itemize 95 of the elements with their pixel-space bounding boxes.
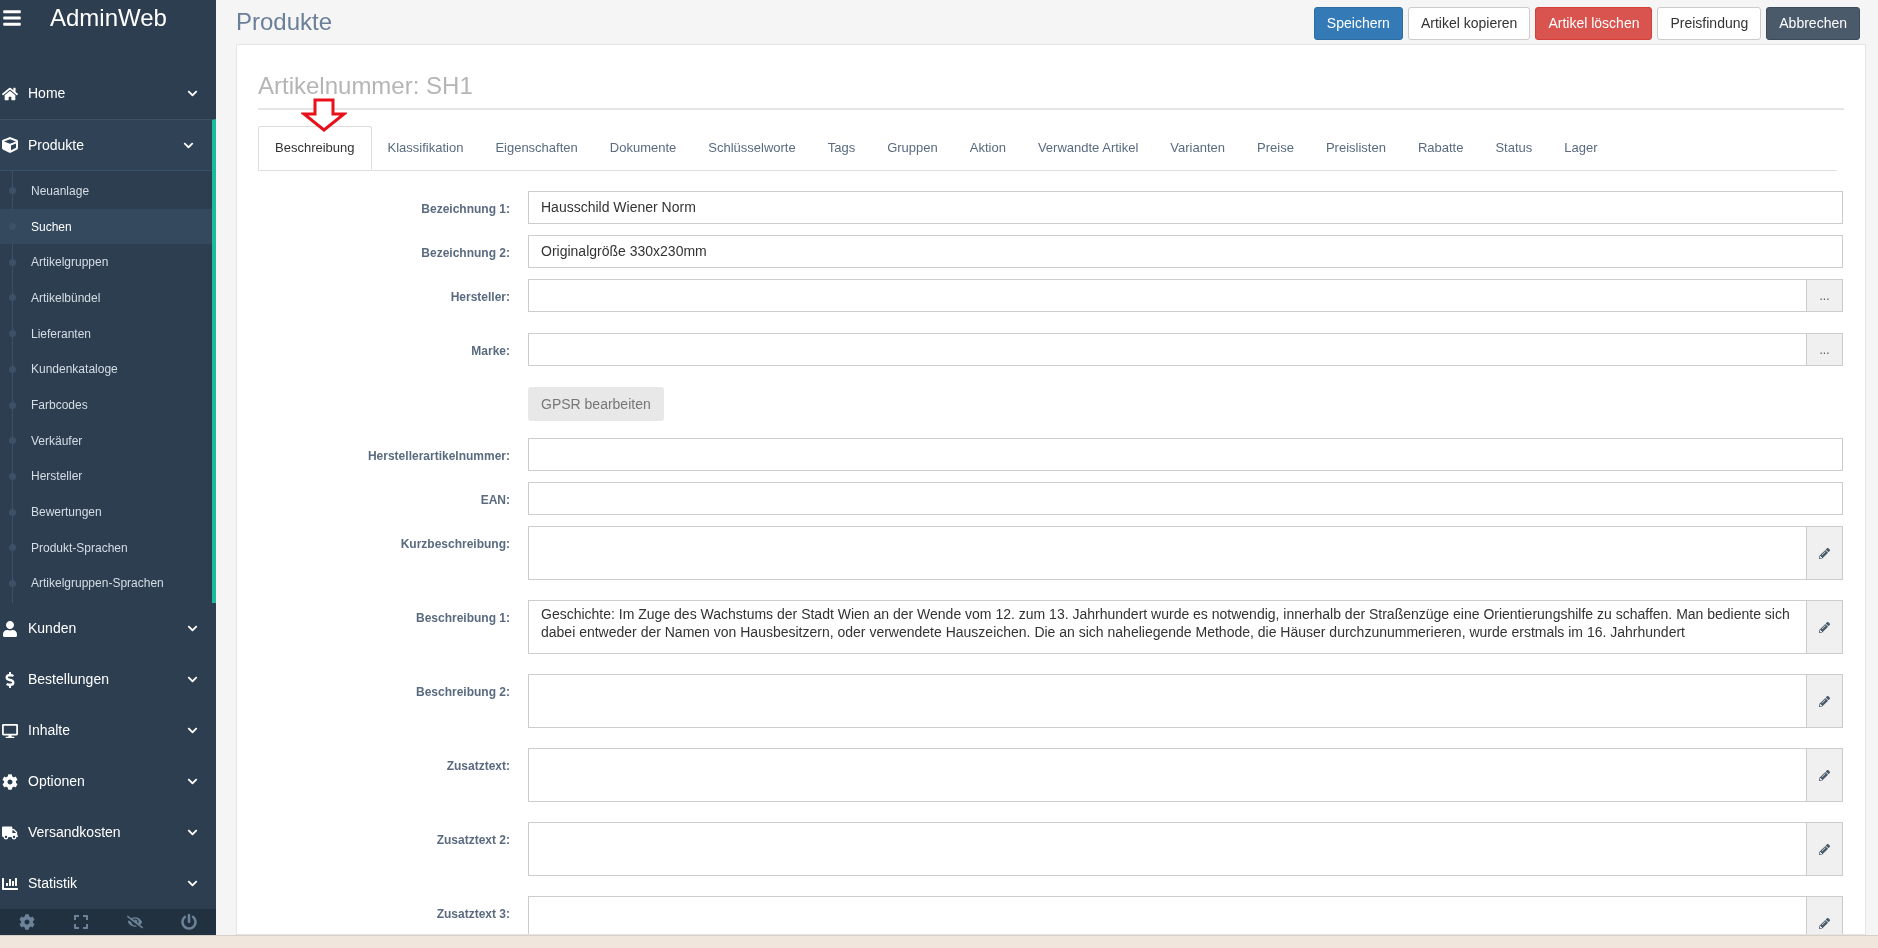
- app-title: AdminWeb: [50, 3, 167, 33]
- submenu-item[interactable]: Suchen: [0, 208, 212, 245]
- action-button[interactable]: Speichern: [1313, 6, 1403, 40]
- textarea-field[interactable]: [528, 674, 1807, 728]
- submenu-item[interactable]: Artikelgruppen-Sprachen: [0, 565, 212, 602]
- settings-icon[interactable]: [19, 914, 35, 931]
- field-label: Beschreibung 2:: [414, 684, 511, 701]
- field-label: Bezeichnung 1:: [420, 201, 511, 218]
- submenu-item[interactable]: Artikelbündel: [0, 280, 212, 316]
- field-label: Zusatztext:: [445, 758, 511, 775]
- edit-button[interactable]: [1807, 674, 1843, 728]
- tab[interactable]: Lager: [1548, 126, 1614, 170]
- pencil-icon: [1819, 769, 1830, 781]
- submenu-item[interactable]: Hersteller: [0, 458, 212, 495]
- submenu-item[interactable]: Lieferanten: [0, 315, 212, 352]
- cube-icon: [2, 137, 18, 154]
- pencil-icon: [1819, 695, 1830, 707]
- tab[interactable]: Varianten: [1154, 126, 1242, 170]
- text-field[interactable]: Hausschild Wiener Norm: [528, 191, 1843, 224]
- field-label: Beschreibung 1:: [414, 610, 511, 627]
- fullscreen-icon[interactable]: [73, 914, 89, 931]
- monitor-icon: [2, 722, 18, 739]
- action-button[interactable]: Preisfindung: [1657, 6, 1762, 40]
- nav-item[interactable]: Home: [0, 68, 216, 120]
- field-label: Herstellerartikelnummer:: [366, 448, 511, 465]
- action-button[interactable]: Artikel löschen: [1535, 6, 1653, 40]
- pencil-icon: [1819, 917, 1830, 929]
- submenu-item[interactable]: Neuanlage: [0, 173, 212, 209]
- action-button[interactable]: Abbrechen: [1766, 6, 1860, 40]
- field-label: Bezeichnung 2:: [420, 245, 511, 262]
- lookup-field[interactable]: [528, 279, 1807, 312]
- tab[interactable]: Preislisten: [1309, 126, 1402, 170]
- tab[interactable]: Schlüsselworte: [692, 126, 812, 170]
- nav-item[interactable]: Produkte: [0, 120, 212, 172]
- home-icon: [2, 85, 18, 102]
- user-icon: [2, 620, 18, 637]
- field-label: Kurzbeschreibung:: [399, 536, 511, 553]
- edit-button[interactable]: [1807, 526, 1843, 580]
- gear-icon: [2, 773, 18, 790]
- bar-chart-icon: [2, 875, 18, 892]
- tab[interactable]: Status: [1479, 126, 1549, 170]
- field-label: Hersteller:: [449, 289, 511, 306]
- pencil-icon: [1819, 843, 1830, 855]
- submenu-item[interactable]: Produkt-Sprachen: [0, 529, 212, 566]
- nav-item[interactable]: Optionen: [0, 756, 216, 808]
- edit-button[interactable]: [1807, 748, 1843, 802]
- menu-icon[interactable]: [2, 8, 22, 28]
- tab[interactable]: Tags: [811, 126, 872, 170]
- tab[interactable]: Verwandte Artikel: [1021, 126, 1155, 170]
- submenu-item[interactable]: Artikelgruppen: [0, 244, 212, 281]
- tab[interactable]: Eigenschaften: [479, 126, 594, 170]
- tab[interactable]: Klassifikation: [371, 126, 480, 170]
- field-label: Zusatztext 3:: [435, 906, 511, 923]
- pencil-icon: [1819, 621, 1830, 633]
- action-button[interactable]: Artikel kopieren: [1407, 6, 1531, 40]
- field-label: Zusatztext 2:: [435, 832, 511, 849]
- field-label: Marke:: [470, 343, 511, 360]
- pencil-icon: [1819, 547, 1830, 559]
- power-icon[interactable]: [181, 914, 197, 931]
- tab[interactable]: Gruppen: [871, 126, 954, 170]
- lookup-field[interactable]: [528, 333, 1807, 366]
- tab[interactable]: Preise: [1241, 126, 1310, 170]
- textarea-field[interactable]: [528, 526, 1807, 580]
- textarea-field[interactable]: [528, 748, 1807, 802]
- tab[interactable]: Beschreibung: [258, 126, 372, 170]
- nav-item[interactable]: Bestellungen: [0, 654, 216, 706]
- nav-item[interactable]: Kunden: [0, 603, 216, 655]
- truck-icon: [2, 824, 18, 841]
- article-number-heading: Artikelnummer: SH1: [258, 70, 473, 101]
- page-title: Produkte: [236, 7, 333, 37]
- nav-item[interactable]: Versandkosten: [0, 807, 216, 859]
- textarea-field[interactable]: [528, 896, 1807, 934]
- field-label: EAN:: [479, 492, 511, 509]
- browse-button[interactable]: ...: [1807, 279, 1843, 312]
- edit-button[interactable]: [1807, 822, 1843, 876]
- text-field[interactable]: Originalgröße 330x230mm: [528, 235, 1843, 268]
- submenu-item[interactable]: Farbcodes: [0, 387, 212, 423]
- browse-button[interactable]: ...: [1807, 333, 1843, 366]
- gpsr-edit-button[interactable]: GPSR bearbeiten: [528, 387, 664, 421]
- tab[interactable]: Aktion: [953, 126, 1022, 170]
- nav-item[interactable]: Statistik: [0, 858, 216, 910]
- textarea-field[interactable]: [528, 822, 1807, 876]
- nav-item[interactable]: Inhalte: [0, 705, 216, 757]
- edit-button[interactable]: [1807, 600, 1843, 654]
- arrow-annotation-icon: [301, 98, 347, 132]
- text-field[interactable]: [528, 482, 1843, 515]
- textarea-field[interactable]: Geschichte: Im Zuge des Wachstums der Stadt Wien an der Wende vom 12. zum 13. Jahrhundert wurde es notwendig, innerhalb der Straßenzüge eine Orientierungshilfe zu schaffen. Man bediente sich dabei entweder der Namen von Hausbesitzern, oder verwendete Hauszeichen. Die an sich naheliegende Methode, die Häuser durchzunummerieren, wurde erstmals im 16. Jahrhundert: [528, 600, 1807, 654]
- submenu-item[interactable]: Bewertungen: [0, 494, 212, 530]
- tab[interactable]: Dokumente: [593, 126, 693, 170]
- tab[interactable]: Rabatte: [1401, 126, 1480, 170]
- submenu-item[interactable]: Verkäufer: [0, 422, 212, 459]
- edit-button[interactable]: [1807, 896, 1843, 934]
- submenu-item[interactable]: Kundenkataloge: [0, 351, 212, 388]
- text-field[interactable]: [528, 438, 1843, 471]
- eye-slash-icon[interactable]: [127, 914, 143, 931]
